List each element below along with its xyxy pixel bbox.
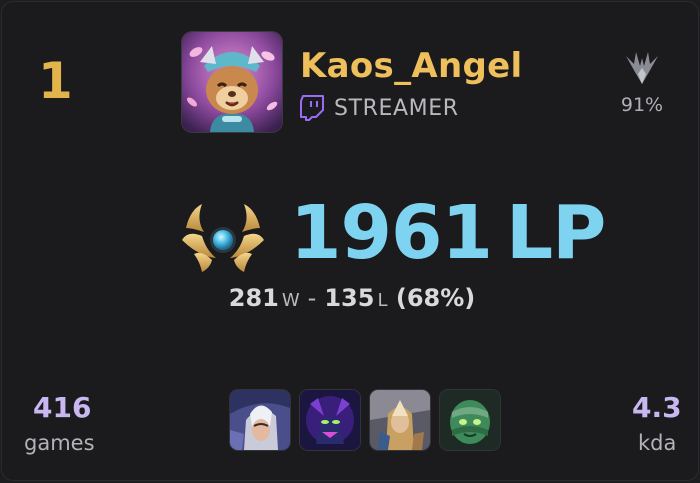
games-count: 416 <box>33 391 92 424</box>
rank-position: 1 <box>38 52 73 110</box>
leaderboard-card: 1 Kaos_Angel STREAMER 91% 1961 LP 281 W … <box>1 1 699 481</box>
twitch-icon <box>300 95 324 121</box>
champion-portrait-violet-void[interactable] <box>300 390 360 450</box>
losses-unit: L <box>377 290 388 311</box>
wins-unit: W <box>281 290 300 311</box>
tier-wings-icon <box>626 52 658 84</box>
rank-emblem-icon <box>182 204 264 272</box>
champion-portrait-golden-warrior[interactable] <box>370 390 430 450</box>
champion-portrait-armored-silver[interactable] <box>230 390 290 450</box>
kda-label: kda <box>638 431 677 455</box>
kda-value: 4.3 <box>632 391 682 424</box>
tier-percent: 91% <box>620 94 664 116</box>
player-name[interactable]: Kaos_Angel <box>300 46 522 86</box>
win-rate: (68%) <box>395 284 476 312</box>
streamer-badge[interactable]: STREAMER <box>300 95 459 121</box>
player-avatar[interactable] <box>182 32 282 132</box>
win-loss-record: 281 W -135 L (68%) <box>2 284 698 312</box>
lp-unit: LP <box>505 190 606 276</box>
record-separator: - <box>307 284 317 312</box>
league-points: 1961 LP <box>290 190 606 276</box>
top-champions <box>230 390 500 450</box>
games-label: games <box>24 431 95 455</box>
wins-count: 281 <box>228 284 279 312</box>
champion-portrait-green-mummy[interactable] <box>440 390 500 450</box>
lp-value: 1961 <box>290 190 493 276</box>
losses-count: 135 <box>324 284 375 312</box>
badge-label: STREAMER <box>334 95 459 121</box>
